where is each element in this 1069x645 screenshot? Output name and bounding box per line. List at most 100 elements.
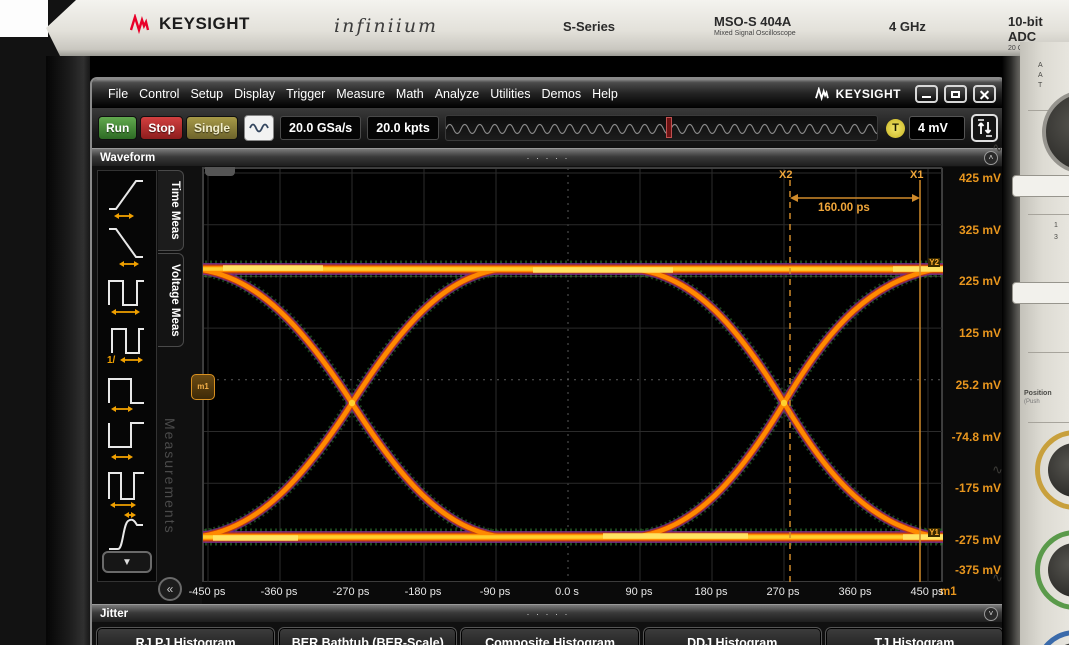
negative-width-icon bbox=[106, 413, 148, 461]
bezel-brand-text: KEYSIGHT bbox=[159, 14, 250, 34]
cursor-x1-label[interactable]: X1 bbox=[910, 169, 923, 181]
jitter-button-composite-histogram[interactable]: Composite Histogram bbox=[461, 628, 638, 645]
infiniium-app-window: File Control Setup Display Trigger Measure Mat… bbox=[90, 77, 1006, 645]
period-icon bbox=[106, 269, 148, 317]
menu-trigger[interactable]: Trigger bbox=[286, 87, 325, 101]
y-axis-tick: 225 mV bbox=[959, 274, 1001, 288]
y-axis-tick: -74.8 mV bbox=[952, 430, 1001, 444]
bezel-model-sub: Mixed Signal Oscilloscope bbox=[714, 30, 796, 37]
channel2-position-knob[interactable] bbox=[1048, 543, 1069, 597]
svg-text:1/: 1/ bbox=[107, 355, 116, 365]
sidebar-tab-column: Time Meas Voltage Meas Measurements bbox=[158, 170, 186, 604]
menu-utilities[interactable]: Utilities bbox=[490, 87, 530, 101]
cursor-delta-readout: 160.00 ps bbox=[818, 202, 870, 214]
maximize-button[interactable] bbox=[944, 85, 967, 103]
front-panel: A A T ∿ 1 3 Position (Push ∿ ∿ bbox=[1020, 42, 1069, 645]
drag-handle-dots[interactable]: · · · · · bbox=[527, 609, 570, 619]
acquisition-mode-button[interactable] bbox=[244, 115, 274, 141]
menu-demos[interactable]: Demos bbox=[541, 87, 581, 101]
jitter-panel-header[interactable]: Jitter · · · · · ˅ bbox=[92, 604, 1004, 622]
overshoot-measurement-button[interactable] bbox=[104, 509, 150, 557]
up-down-arrows-icon bbox=[976, 118, 994, 138]
jitter-button-rj-pj-histogram[interactable]: RJ,PJ Histogram bbox=[97, 628, 274, 645]
tab-time-meas[interactable]: Time Meas bbox=[158, 170, 184, 251]
sample-rate-readout[interactable]: 20.0 GSa/s bbox=[280, 116, 361, 140]
drag-handle-dots[interactable]: · · · · · bbox=[527, 153, 570, 163]
collapse-down-icon[interactable]: ˅ bbox=[984, 607, 998, 621]
menu-measure[interactable]: Measure bbox=[336, 87, 385, 101]
jitter-button-ddj-histogram[interactable]: DDJ Histogram bbox=[644, 628, 821, 645]
sidebar-collapse-button[interactable]: « bbox=[158, 577, 182, 601]
marker-y1-edge-label[interactable]: Y1 bbox=[928, 528, 940, 537]
minimize-button[interactable] bbox=[915, 85, 938, 103]
jitter-button-ber-bathtub-ber-scale-[interactable]: BER Bathtub (BER-Scale) bbox=[279, 628, 456, 645]
menu-help[interactable]: Help bbox=[592, 87, 618, 101]
positive-width-measurement-button[interactable] bbox=[104, 365, 150, 413]
x-axis-tick: 360 ps bbox=[838, 586, 871, 598]
marker-m1-handle[interactable]: m1 bbox=[191, 374, 215, 400]
bezel-model-number: MSO-S 404A bbox=[714, 14, 796, 29]
cursor-x2-label[interactable]: X2 bbox=[779, 169, 792, 181]
waveform-panel-header[interactable]: Waveform · · · · · ˄ bbox=[92, 148, 1004, 166]
bezel-product-name: infiniium bbox=[334, 15, 438, 37]
acquisition-toolbar: Run Stop Single 20.0 GSa/s 20.0 kpts T 4… bbox=[92, 108, 1004, 148]
screen-left-bezel bbox=[46, 56, 90, 645]
rise-time-icon bbox=[106, 173, 148, 221]
bezel-series: S-Series bbox=[563, 19, 615, 34]
horizontal-axis-labels: m1 -450 ps-360 ps-270 ps-180 ps-90 ps0.0… bbox=[202, 582, 1006, 604]
frequency-icon: 1/ bbox=[106, 317, 148, 365]
memory-depth-readout[interactable]: 20.0 kpts bbox=[367, 116, 439, 140]
jitter-button-tj-histogram[interactable]: TJ Histogram bbox=[826, 628, 1003, 645]
x-axis-tick: -90 ps bbox=[480, 586, 511, 598]
vertical-scale-button[interactable] bbox=[971, 114, 998, 142]
measurement-icon-column: 1/ bbox=[97, 170, 157, 582]
front-panel-button[interactable] bbox=[1012, 282, 1069, 304]
eye-diagram-plot[interactable]: X2 X1 160.00 ps Y2 Y1 m1 bbox=[202, 167, 942, 582]
stop-button[interactable]: Stop bbox=[140, 116, 183, 140]
waveform-mode-icon bbox=[249, 121, 269, 135]
channel1-ring bbox=[1035, 430, 1069, 510]
negative-width-measurement-button[interactable] bbox=[104, 413, 150, 461]
menu-analyze[interactable]: Analyze bbox=[435, 87, 479, 101]
x-axis-tick: -270 ps bbox=[333, 586, 370, 598]
front-panel-top-label: A bbox=[1038, 62, 1043, 69]
timebase-position-marker[interactable] bbox=[666, 117, 672, 138]
vertical-axis-labels: 425 mV325 mV225 mV125 mV25.2 mV-74.8 mV-… bbox=[943, 167, 1006, 604]
jitter-panel-title: Jitter bbox=[100, 608, 128, 620]
menu-control[interactable]: Control bbox=[139, 87, 179, 101]
trigger-source-badge[interactable]: T bbox=[886, 119, 905, 138]
single-button[interactable]: Single bbox=[186, 116, 238, 140]
menubar-brand-text: KEYSIGHT bbox=[836, 87, 901, 101]
rise-time-measurement-button[interactable] bbox=[104, 173, 150, 221]
sine-wave-icon: ∿ bbox=[992, 140, 1003, 156]
bezel-bandwidth: 4 GHz bbox=[889, 19, 926, 34]
x-axis-tick: 270 ps bbox=[766, 586, 799, 598]
run-button[interactable]: Run bbox=[98, 116, 137, 140]
tab-voltage-meas[interactable]: Voltage Meas bbox=[158, 253, 184, 348]
marker-y2-edge-label[interactable]: Y2 bbox=[928, 258, 940, 267]
frequency-measurement-button[interactable]: 1/ bbox=[104, 317, 150, 365]
trigger-level-readout[interactable]: 4 mV bbox=[909, 116, 965, 140]
positive-width-icon bbox=[106, 365, 148, 413]
y-axis-tick: 25.2 mV bbox=[956, 378, 1001, 392]
menu-math[interactable]: Math bbox=[396, 87, 424, 101]
timebase-waveform-icon bbox=[446, 116, 877, 140]
bezel-adc-main: 10-bit ADC bbox=[1008, 14, 1069, 44]
period-measurement-button[interactable] bbox=[104, 269, 150, 317]
duty-cycle-measurement-button[interactable] bbox=[104, 461, 150, 509]
y-axis-tick: 125 mV bbox=[959, 326, 1001, 340]
fall-time-measurement-button[interactable] bbox=[104, 221, 150, 269]
keysight-logo: KEYSIGHT bbox=[130, 14, 250, 34]
menu-display[interactable]: Display bbox=[234, 87, 275, 101]
menu-file[interactable]: File bbox=[108, 87, 128, 101]
menu-setup[interactable]: Setup bbox=[190, 87, 223, 101]
sidebar-scroll-down-button[interactable]: ▼ bbox=[102, 551, 152, 573]
front-panel-side-label: 3 bbox=[1054, 234, 1058, 241]
front-panel-button[interactable] bbox=[1012, 175, 1069, 197]
plot-corner-handle[interactable] bbox=[205, 167, 235, 176]
channel1-position-knob[interactable] bbox=[1048, 443, 1069, 497]
horizontal-scale-knob[interactable] bbox=[1042, 90, 1069, 174]
sine-wave-icon: ∿ bbox=[992, 462, 1003, 478]
close-button[interactable] bbox=[973, 85, 996, 103]
timebase-position-strip[interactable] bbox=[445, 115, 878, 141]
